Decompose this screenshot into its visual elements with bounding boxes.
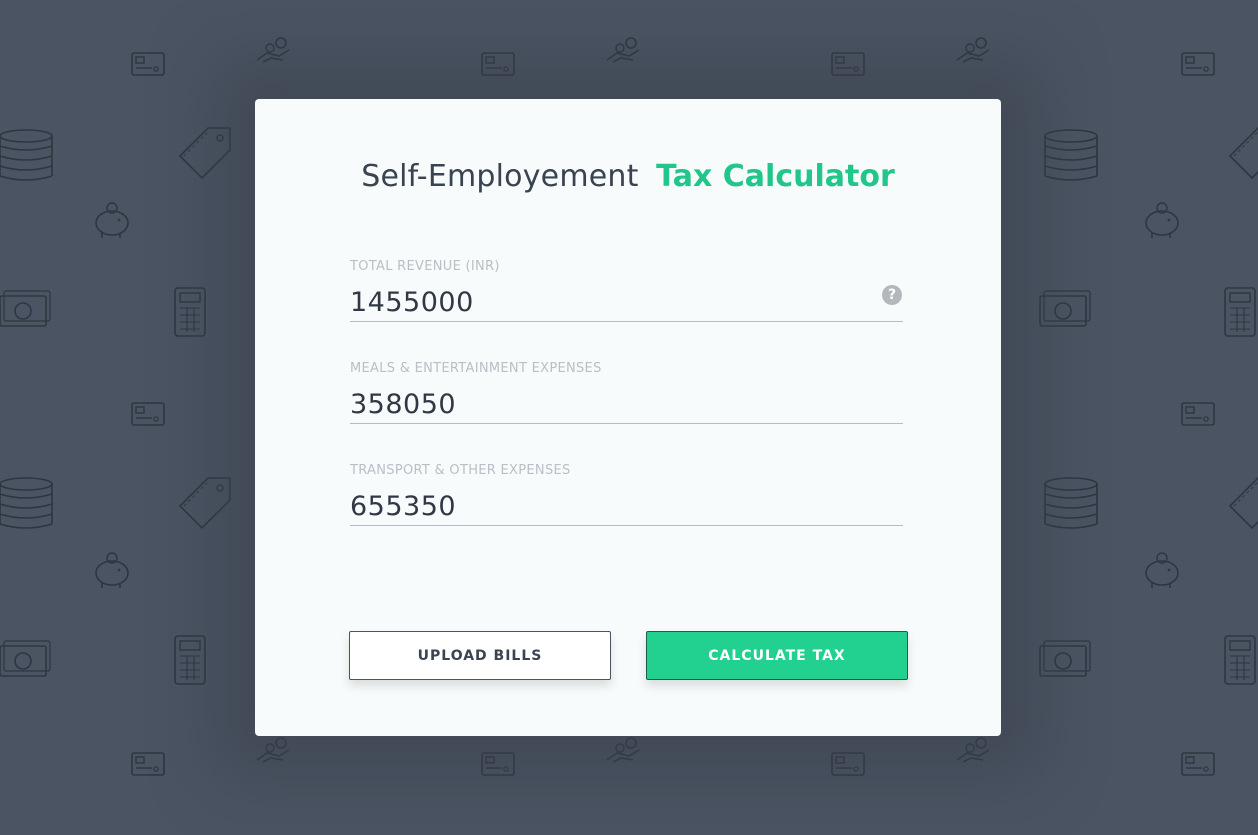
title-prefix: Self-Employement — [361, 159, 639, 194]
transport-expenses-label: TRANSPORT & OTHER EXPENSES — [350, 463, 571, 478]
transport-expenses-field: TRANSPORT & OTHER EXPENSES — [350, 463, 903, 526]
meals-expenses-input[interactable] — [350, 386, 903, 424]
transport-expenses-input[interactable] — [350, 488, 903, 526]
total-revenue-input[interactable] — [350, 284, 903, 322]
upload-bills-button[interactable]: UPLOAD BILLS — [349, 631, 611, 680]
tax-calculator-modal: Self-Employement Tax Calculator TOTAL RE… — [255, 99, 1001, 736]
calculate-tax-button[interactable]: CALCULATE TAX — [646, 631, 908, 680]
title-highlight: Tax Calculator — [656, 159, 895, 194]
meals-expenses-label: MEALS & ENTERTAINMENT EXPENSES — [350, 361, 602, 376]
total-revenue-field: TOTAL REVENUE (INR) ? — [350, 259, 903, 322]
question-circle-icon[interactable]: ? — [882, 285, 902, 305]
page-title: Self-Employement Tax Calculator — [255, 159, 1001, 194]
meals-expenses-field: MEALS & ENTERTAINMENT EXPENSES — [350, 361, 903, 424]
total-revenue-label: TOTAL REVENUE (INR) — [350, 259, 500, 274]
